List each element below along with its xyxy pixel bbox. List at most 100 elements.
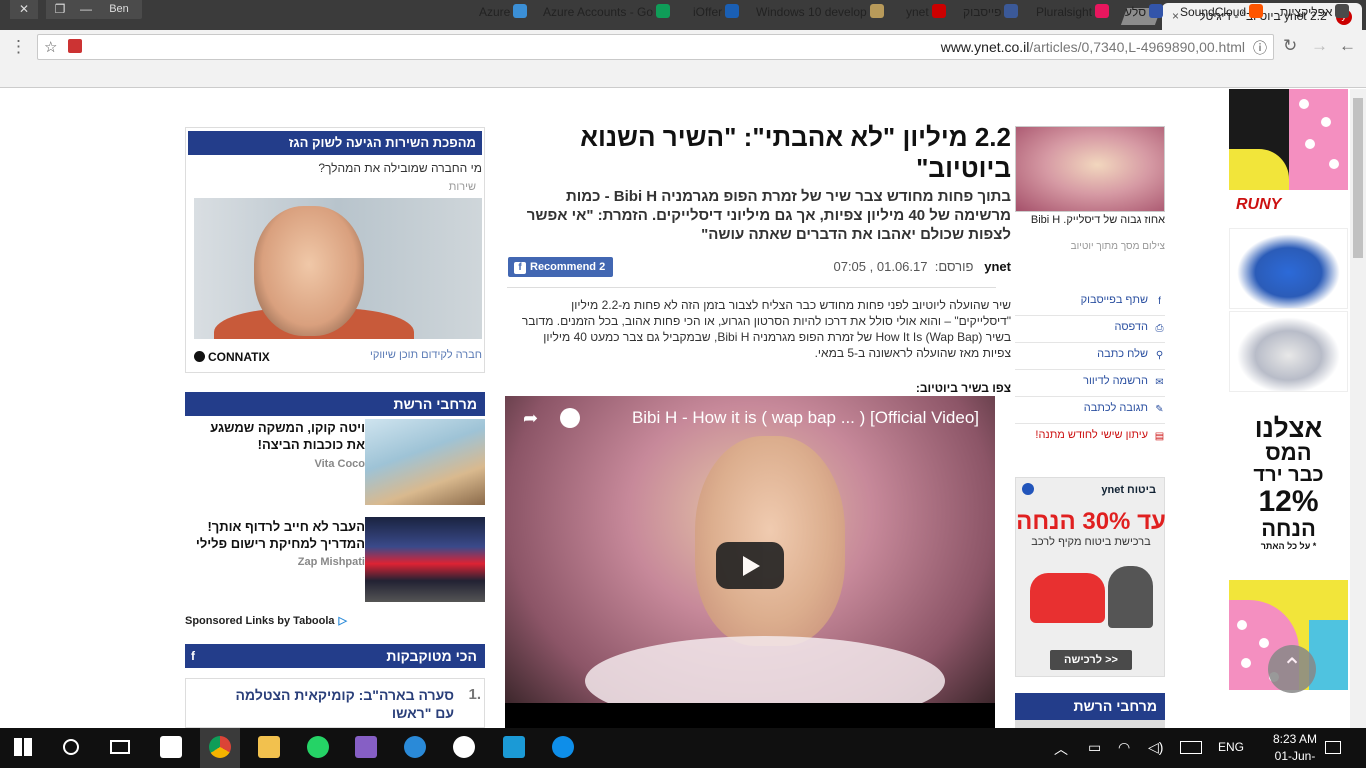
info-icon[interactable]: ⓘ xyxy=(1253,38,1267,58)
action-center-icon[interactable] xyxy=(1325,741,1341,754)
close-window-button[interactable]: ✕ xyxy=(10,0,38,19)
play-button[interactable] xyxy=(716,542,784,589)
taboola-attribution[interactable]: Sponsored Links by Taboola ▷ xyxy=(185,614,347,627)
system-clock[interactable]: 8:23 AM 01-Jun-17 xyxy=(1270,731,1320,782)
video-title[interactable]: Bibi H - How it is ( wap bap ... ) [Offi… xyxy=(632,408,979,428)
article-tool-link[interactable]: ✉ הרשמה לדיוור xyxy=(1083,375,1165,388)
article-meta: ynet פורסם: 01.06.17 , 07:05 xyxy=(833,259,1011,274)
ad-header[interactable]: מהפכת השירות הגיעה לשוק הגז xyxy=(188,131,482,155)
bookmark-item[interactable]: Azure xyxy=(479,4,528,19)
hot-item-title[interactable]: סערה בארה"ב: קומיקאית הצטלמה עם "ראשו xyxy=(214,686,454,722)
bookmark-item[interactable]: סלע xyxy=(1125,4,1164,19)
keyboard-icon[interactable] xyxy=(1180,741,1202,754)
bookmarks-bar xyxy=(0,64,1366,88)
visual-studio-icon[interactable] xyxy=(355,736,377,758)
tax-line: אצלנו xyxy=(1254,413,1323,443)
whatsapp-icon[interactable] xyxy=(307,736,329,758)
windows-start-icon[interactable] xyxy=(14,738,32,756)
kodi-icon[interactable] xyxy=(503,736,525,758)
app-icon[interactable] xyxy=(404,736,426,758)
task-view-icon[interactable] xyxy=(110,740,130,754)
bookmark-item[interactable]: אפליקציות xyxy=(1280,4,1350,19)
article-tool-link[interactable]: f שתף בפייסבוק xyxy=(1081,294,1165,307)
address-bar[interactable]: ☆ www.ynet.co.il/articles/0,7340,L-49698… xyxy=(37,34,1274,60)
extension-icon[interactable] xyxy=(68,39,82,53)
tray-chevron-icon[interactable]: ︿ xyxy=(1054,739,1068,759)
teamviewer-icon[interactable] xyxy=(552,736,574,758)
bookmark-item[interactable]: פייסבוק xyxy=(963,4,1019,19)
scrollbar-thumb[interactable] xyxy=(1353,98,1363,258)
profile-button[interactable]: Ben xyxy=(96,0,142,19)
cortana-icon[interactable] xyxy=(63,739,79,755)
watch-label: צפו בשיר ביוטיוב: xyxy=(915,381,1011,395)
insurance-ad[interactable]: ביטוח ynet עד 30% הנחה ברכישת ביטוח מקיף… xyxy=(1015,477,1166,677)
mr-item-image[interactable] xyxy=(365,517,485,602)
pattern-ad-top[interactable] xyxy=(1229,89,1348,190)
shoe-ad-blue[interactable] xyxy=(1229,228,1348,309)
watch-later-icon[interactable] xyxy=(560,408,580,428)
share-icon[interactable]: ➦ xyxy=(523,408,538,429)
menu-icon[interactable]: ⋮ xyxy=(10,37,27,57)
language-indicator[interactable]: ENG xyxy=(1218,740,1244,754)
mr-item-title[interactable]: העבר לא חייב לרדוף אותך! המדריך למחיקת ר… xyxy=(193,518,365,552)
article-tool-link[interactable]: ⎙ הדפסה xyxy=(1114,321,1165,334)
file-explorer-icon[interactable] xyxy=(258,736,280,758)
article-tool-icon: ⎙ xyxy=(1155,323,1164,334)
itunes-icon[interactable] xyxy=(453,736,475,758)
back-to-top-button[interactable]: ⌃ xyxy=(1268,645,1316,693)
video-controls-bar[interactable] xyxy=(505,703,995,728)
bookmark-item[interactable]: Windows 10 develop xyxy=(756,4,884,19)
battery-icon[interactable]: ▭ xyxy=(1088,739,1101,756)
volume-icon[interactable]: ◁) xyxy=(1148,739,1163,756)
article-date: 01.06.17 , 07:05 xyxy=(833,259,928,274)
bookmark-icon xyxy=(656,4,671,18)
divider xyxy=(507,287,996,288)
mr-right-image[interactable] xyxy=(1015,720,1165,728)
reload-icon[interactable]: ↻ xyxy=(1283,36,1297,56)
divider xyxy=(1015,396,1165,397)
bookmark-item[interactable]: iOffer xyxy=(693,4,740,19)
back-icon[interactable]: ← xyxy=(1339,36,1356,56)
forward-icon[interactable]: → xyxy=(1311,36,1328,56)
connatix-logo[interactable]: CONNATIX xyxy=(194,350,270,364)
article-source: ynet xyxy=(984,259,1011,274)
bookmark-item[interactable]: SoundCloud xyxy=(1180,4,1264,19)
mr-item-image[interactable] xyxy=(365,419,485,505)
facebook-icon: f xyxy=(191,649,195,663)
youtube-video-player[interactable]: Bibi H - How it is ( wap bap ... ) [Offi… xyxy=(505,396,995,728)
article-subtitle: בתוך פחות מחודש צבר שיר של זמרת הפופ מגר… xyxy=(526,188,1011,243)
insurance-buy-button[interactable]: לרכישה >> xyxy=(1050,650,1132,670)
url-text[interactable]: www.ynet.co.il/articles/0,7340,L-4969890… xyxy=(941,39,1245,55)
star-icon[interactable]: ☆ xyxy=(44,38,57,56)
article-tool-link[interactable]: ⚲ שלח כתבה xyxy=(1097,348,1165,361)
tax-discount-ad[interactable]: אצלנו המס כבר ירד 12% הנחה * על כל האתר xyxy=(1229,396,1348,580)
bookmark-label: iOffer xyxy=(693,5,723,19)
wifi-icon[interactable]: ◠ xyxy=(1118,739,1130,756)
chrome-icon[interactable] xyxy=(209,736,231,758)
bookmark-item[interactable]: Pluralsight xyxy=(1036,4,1110,19)
bookmark-item[interactable]: ynet xyxy=(906,4,946,19)
mr-item-title[interactable]: ויטה קוקו, המשקה שמשגע את כוכבות הביצה! xyxy=(193,419,365,453)
bookmark-label: Windows 10 develop xyxy=(756,5,867,19)
article-body: שיר שהועלה ליוטיוב לפני פחות מחודש כבר ה… xyxy=(521,298,1011,360)
tab-close-icon[interactable]: × xyxy=(1172,3,1179,30)
mail-icon[interactable] xyxy=(160,736,182,758)
article-tool-link[interactable]: ✎ תגובה לכתבה xyxy=(1084,402,1165,415)
runy-logo[interactable]: RUNY xyxy=(1229,190,1348,224)
ad-image[interactable] xyxy=(194,198,482,339)
article-tool-icon: ✎ xyxy=(1155,404,1164,415)
bookmark-label: פייסבוק xyxy=(963,5,1002,19)
ad-question[interactable]: מי החברה שמובילה את המהלך? xyxy=(318,161,482,175)
connatix-icon xyxy=(194,351,205,362)
shoe-ad-white[interactable] xyxy=(1229,311,1348,392)
restore-window-button[interactable]: ❐ xyxy=(46,0,74,19)
article-thumbnail[interactable] xyxy=(1015,126,1165,212)
ad-attribution-link[interactable]: חברה לקידום תוכן שיווקי xyxy=(370,349,482,361)
bookmark-item[interactable]: Azure Accounts - Go xyxy=(543,4,671,19)
facebook-recommend-button[interactable]: f Recommend 2 xyxy=(508,257,613,277)
mr-item-source: Vita Coco xyxy=(314,458,365,470)
thief-illustration xyxy=(1108,566,1153,628)
insurance-brand: ביטוח ynet xyxy=(1101,484,1156,496)
bookmark-icon xyxy=(1149,4,1164,18)
article-tool-link[interactable]: ▤ עיתון שישי לחודש מתנה! xyxy=(1035,429,1165,442)
